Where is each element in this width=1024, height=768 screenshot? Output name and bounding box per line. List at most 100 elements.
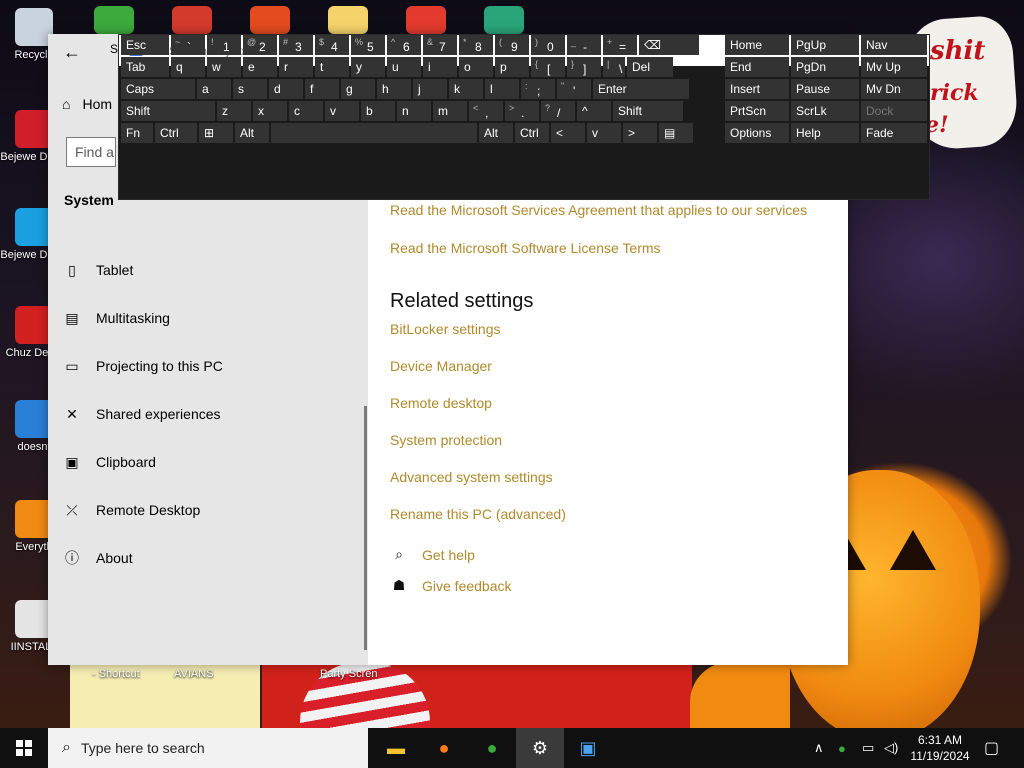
osk-key[interactable]: }]: [567, 57, 601, 77]
osk-key[interactable]: [271, 123, 477, 143]
sidebar-item-projecting-to-this-pc[interactable]: ▭ Projecting to this PC: [48, 342, 368, 390]
osk-nav-key[interactable]: Home: [725, 35, 789, 55]
osk-key[interactable]: % 5: [351, 35, 385, 55]
osk-key[interactable]: Tab: [121, 57, 169, 77]
osk-key[interactable]: h: [377, 79, 411, 99]
osk-key[interactable]: >.: [505, 101, 539, 121]
osk-nav-key[interactable]: Mv Up: [861, 57, 927, 77]
osk-key[interactable]: Fn: [121, 123, 153, 143]
osk-key[interactable]: c: [289, 101, 323, 121]
osk-key[interactable]: <,: [469, 101, 503, 121]
osk-key[interactable]: * 8: [459, 35, 493, 55]
osk-nav-key[interactable]: ScrLk: [791, 101, 859, 121]
osk-key[interactable]: g: [341, 79, 375, 99]
osk-nav-key[interactable]: PrtScn: [725, 101, 789, 121]
osk-key[interactable]: Caps: [121, 79, 195, 99]
osk-key[interactable]: _ -: [567, 35, 601, 55]
related-link[interactable]: BitLocker settings: [390, 321, 807, 337]
osk-key[interactable]: >: [623, 123, 657, 143]
osk-key[interactable]: Alt: [479, 123, 513, 143]
osk-nav-key[interactable]: PgUp: [791, 35, 859, 55]
taskbar-search-box[interactable]: ⌕ Type here to search: [48, 728, 368, 768]
desktop-top-icon[interactable]: [172, 6, 212, 34]
start-button[interactable]: [0, 728, 48, 768]
osk-key[interactable]: Ctrl: [515, 123, 549, 143]
osk-key[interactable]: e: [243, 57, 277, 77]
osk-key[interactable]: ? /: [541, 101, 575, 121]
sidebar-item-tablet[interactable]: ▯ Tablet: [48, 246, 368, 294]
sidebar-item-shared-experiences[interactable]: ✕ Shared experiences: [48, 390, 368, 438]
home-nav-item[interactable]: ⌂ Hom: [62, 96, 112, 112]
related-link[interactable]: Rename this PC (advanced): [390, 506, 807, 522]
osk-key[interactable]: ⊞: [199, 123, 233, 143]
osk-key[interactable]: d: [269, 79, 303, 99]
osk-key[interactable]: y: [351, 57, 385, 77]
desktop-top-icon[interactable]: [328, 6, 368, 34]
osk-nav-key[interactable]: PgDn: [791, 57, 859, 77]
desktop-top-icon[interactable]: [484, 6, 524, 34]
back-arrow-icon[interactable]: ←: [60, 40, 84, 64]
osk-key[interactable]: a: [197, 79, 231, 99]
osk-key[interactable]: Shift: [121, 101, 215, 121]
osk-nav-key[interactable]: Fade: [861, 123, 927, 143]
osk-nav-key[interactable]: Options: [725, 123, 789, 143]
osk-key[interactable]: Ctrl: [155, 123, 197, 143]
osk-key[interactable]: f: [305, 79, 339, 99]
osk-key[interactable]: u: [387, 57, 421, 77]
remote-desktop-app-icon[interactable]: ▣: [564, 728, 612, 768]
related-link[interactable]: System protection: [390, 432, 807, 448]
taskbar-clock[interactable]: 6:31 AM 11/19/2024: [904, 732, 976, 764]
osk-key[interactable]: k: [449, 79, 483, 99]
settings-gear-icon[interactable]: ⚙: [516, 728, 564, 768]
osk-key[interactable]: ^ 6: [387, 35, 421, 55]
osk-key[interactable]: ~ `: [171, 35, 205, 55]
osk-key[interactable]: w: [207, 57, 241, 77]
osk-key[interactable]: ⌫: [639, 35, 699, 55]
sidebar-item-about[interactable]: ⓘ About: [48, 534, 368, 582]
osk-key[interactable]: v: [325, 101, 359, 121]
give-feedback-link[interactable]: ☗ Give feedback: [390, 577, 807, 594]
osk-key[interactable]: i: [423, 57, 457, 77]
osk-key[interactable]: r: [279, 57, 313, 77]
osk-key[interactable]: & 7: [423, 35, 457, 55]
osk-key[interactable]: @2: [243, 35, 277, 55]
file-explorer-icon[interactable]: ▬: [372, 728, 420, 768]
osk-nav-key[interactable]: Pause: [791, 79, 859, 99]
osk-nav-key[interactable]: Nav: [861, 35, 927, 55]
related-link[interactable]: Device Manager: [390, 358, 807, 374]
get-help-link[interactable]: ⌕ Get help: [390, 546, 807, 563]
osk-key[interactable]: b: [361, 101, 395, 121]
people-tray-icon[interactable]: ●: [838, 728, 846, 768]
osk-nav-key[interactable]: Help: [791, 123, 859, 143]
osk-key[interactable]: $4: [315, 35, 349, 55]
osk-key[interactable]: n: [397, 101, 431, 121]
osk-key[interactable]: p: [495, 57, 529, 77]
osk-nav-key[interactable]: Insert: [725, 79, 789, 99]
sidebar-item-multitasking[interactable]: ▤ Multitasking: [48, 294, 368, 342]
action-center-icon[interactable]: ▢: [984, 728, 999, 768]
osk-key[interactable]: x: [253, 101, 287, 121]
osk-key[interactable]: l: [485, 79, 519, 99]
osk-key[interactable]: + =: [603, 35, 637, 55]
osk-key[interactable]: Esc: [121, 35, 169, 55]
related-link[interactable]: Advanced system settings: [390, 469, 807, 485]
osk-key[interactable]: ! 1: [207, 35, 241, 55]
show-hidden-icons-chevron-icon[interactable]: ∧: [814, 728, 824, 768]
osk-key[interactable]: ▤: [659, 123, 693, 143]
osk-key[interactable]: ) 0: [531, 35, 565, 55]
license-terms-link[interactable]: Read the Microsoft Software License Term…: [390, 240, 807, 256]
osk-key[interactable]: j: [413, 79, 447, 99]
desktop-top-icon[interactable]: [250, 6, 290, 34]
osk-key[interactable]: | \: [603, 57, 625, 77]
osk-key[interactable]: Del: [627, 57, 673, 77]
osk-key[interactable]: Alt: [235, 123, 269, 143]
osk-key[interactable]: s: [233, 79, 267, 99]
volume-icon[interactable]: ◁): [884, 728, 898, 768]
osk-key[interactable]: ^: [577, 101, 611, 121]
osk-key[interactable]: t: [315, 57, 349, 77]
osk-key[interactable]: #3: [279, 35, 313, 55]
osk-key[interactable]: o: [459, 57, 493, 77]
osk-key[interactable]: m: [433, 101, 467, 121]
osk-key[interactable]: Enter: [593, 79, 689, 99]
desktop-top-icon[interactable]: [94, 6, 134, 34]
